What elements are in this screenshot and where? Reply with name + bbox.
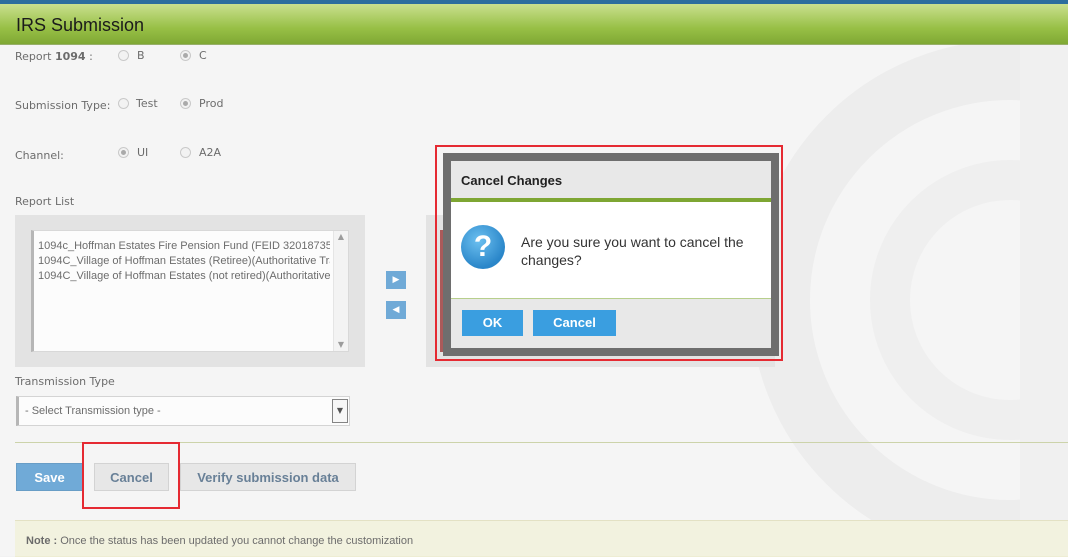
dialog-highlight bbox=[435, 145, 783, 361]
app-header: IRS Submission bbox=[0, 4, 1068, 45]
page-title: IRS Submission bbox=[16, 15, 145, 35]
cancel-button-highlight bbox=[82, 442, 180, 509]
